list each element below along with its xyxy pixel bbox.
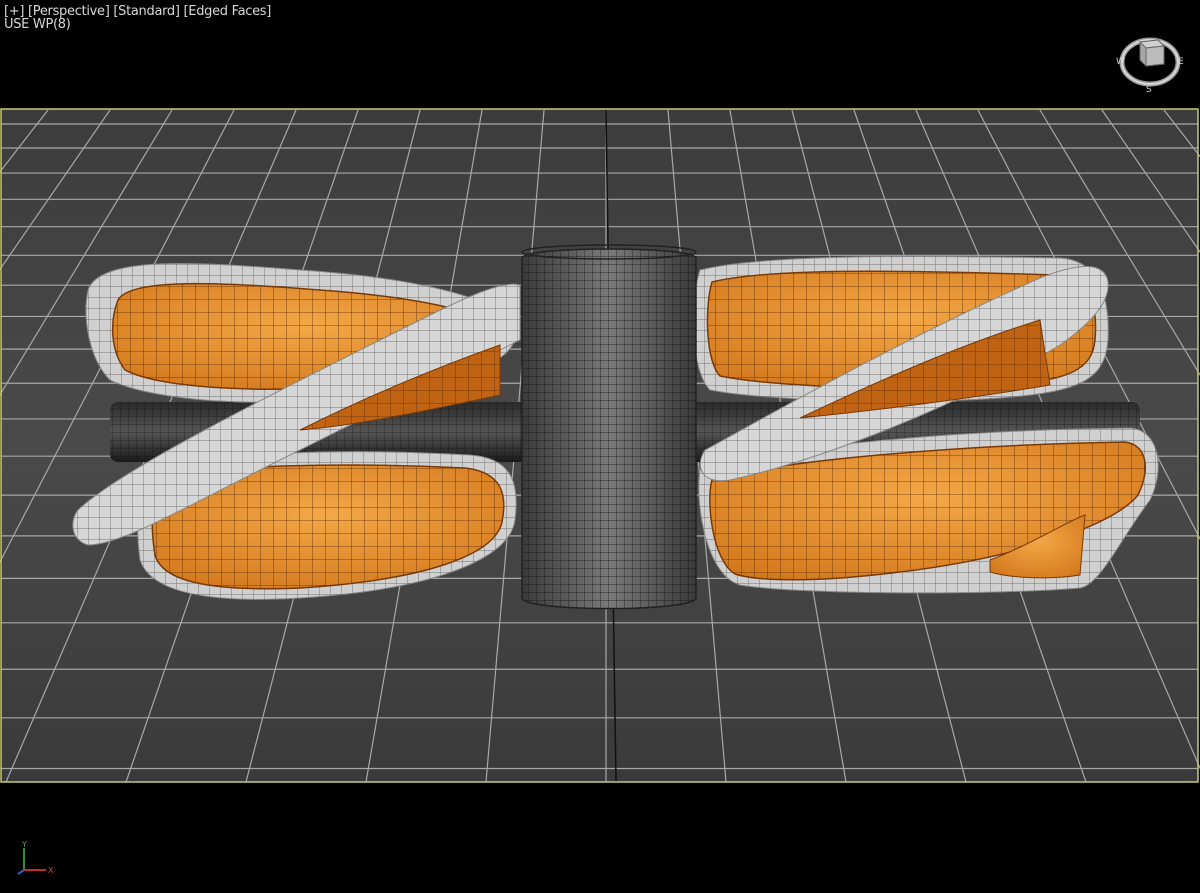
mecanum-wheel-model[interactable]	[72, 244, 1159, 610]
compass-e-label: E	[1178, 57, 1184, 67]
center-hub-cylinder	[521, 244, 697, 610]
axis-tripod-icon: Y X	[17, 840, 54, 875]
axis-x-label: X	[48, 866, 54, 875]
scene-canvas[interactable]	[0, 0, 1200, 893]
viewcube-icon[interactable]: W E S	[1112, 28, 1190, 94]
compass-s-label: S	[1146, 85, 1152, 94]
axis-y-label: Y	[21, 840, 27, 849]
viewport-subtitle: USE WP(8)	[4, 17, 71, 32]
viewport-shading-menu[interactable]: [Standard]	[113, 4, 180, 19]
compass-w-label: W	[1116, 57, 1125, 67]
viewport-perspective[interactable]: [+] [Perspective] [Standard] [Edged Face…	[0, 0, 1200, 893]
viewport-display-menu[interactable]: [Edged Faces]	[184, 4, 272, 19]
